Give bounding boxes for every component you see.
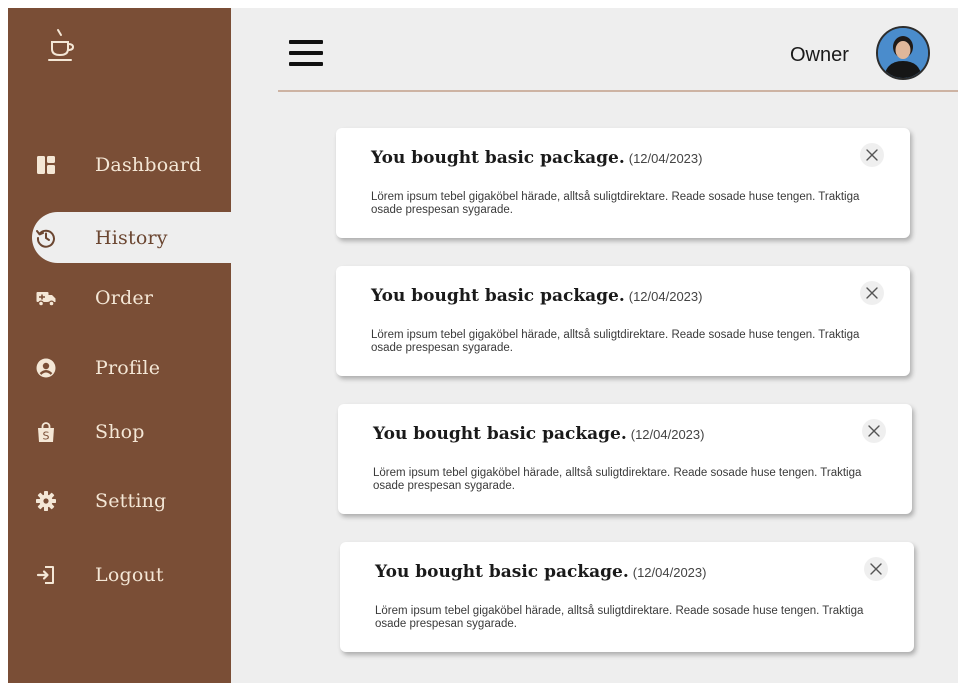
card-title: You bought basic package. (371, 286, 625, 306)
close-icon (866, 149, 878, 161)
sidebar-item-logout[interactable]: Logout (8, 550, 231, 600)
card-title: You bought basic package. (371, 148, 625, 168)
close-icon (870, 563, 882, 575)
sidebar-item-order[interactable]: Order (8, 273, 231, 323)
history-card: You bought basic package. (12/04/2023) Lö… (336, 266, 910, 376)
card-date: (12/04/2023) (628, 289, 703, 304)
sidebar-item-shop[interactable]: S Shop (8, 407, 231, 457)
shopping-bag-icon: S (38, 422, 54, 443)
avatar[interactable] (876, 26, 930, 80)
hamburger-line (289, 40, 323, 44)
sidebar-item-label: Profile (95, 357, 161, 379)
sidebar-item-history[interactable]: History (32, 212, 231, 263)
user-circle-icon (36, 358, 56, 378)
close-button[interactable] (860, 281, 884, 305)
sidebar: Dashboard History Order Profile S Shop S… (8, 8, 231, 683)
close-button[interactable] (860, 143, 884, 167)
gear-icon (36, 491, 56, 511)
sidebar-item-label: Order (95, 287, 154, 309)
card-date: (12/04/2023) (630, 427, 705, 442)
close-button[interactable] (864, 557, 888, 581)
hamburger-line (289, 62, 323, 66)
close-button[interactable] (862, 419, 886, 443)
card-title: You bought basic package. (375, 562, 629, 582)
history-card: You bought basic package. (12/04/2023) Lö… (336, 128, 910, 238)
user-name[interactable]: Owner (790, 44, 849, 67)
history-card: You bought basic package. (12/04/2023) Lö… (338, 404, 912, 514)
sidebar-item-label: Logout (95, 564, 164, 586)
user-photo-icon (878, 28, 928, 78)
close-icon (866, 287, 878, 299)
sidebar-item-setting[interactable]: Setting (8, 476, 231, 526)
card-description: Lörem ipsum tebel gigaköbel härade, allt… (371, 191, 860, 216)
truck-icon (36, 292, 56, 307)
close-icon (868, 425, 880, 437)
history-card: You bought basic package. (12/04/2023) Lö… (340, 542, 914, 652)
card-description: Lörem ipsum tebel gigaköbel härade, allt… (371, 329, 860, 354)
card-date: (12/04/2023) (628, 151, 703, 166)
card-description: Lörem ipsum tebel gigaköbel härade, allt… (373, 467, 862, 492)
hamburger-menu-button[interactable] (289, 40, 323, 66)
card-title: You bought basic package. (373, 424, 627, 444)
sidebar-item-label: Dashboard (95, 154, 202, 176)
sidebar-item-profile[interactable]: Profile (8, 343, 231, 393)
card-description: Lörem ipsum tebel gigaköbel härade, allt… (375, 605, 864, 630)
sidebar-item-dashboard[interactable]: Dashboard (8, 140, 231, 190)
hamburger-line (289, 51, 323, 55)
history-icon (36, 229, 55, 248)
logout-icon (36, 566, 54, 584)
sidebar-item-label: Setting (95, 490, 167, 512)
dashboard-icon (37, 156, 55, 174)
sidebar-item-label: History (95, 226, 168, 249)
coffee-cup-logo-icon[interactable] (44, 28, 78, 64)
header-divider (278, 90, 958, 92)
svg-text:S: S (43, 430, 50, 443)
card-date: (12/04/2023) (632, 565, 707, 580)
sidebar-item-label: Shop (95, 421, 145, 443)
app-frame: Dashboard History Order Profile S Shop S… (8, 8, 958, 683)
